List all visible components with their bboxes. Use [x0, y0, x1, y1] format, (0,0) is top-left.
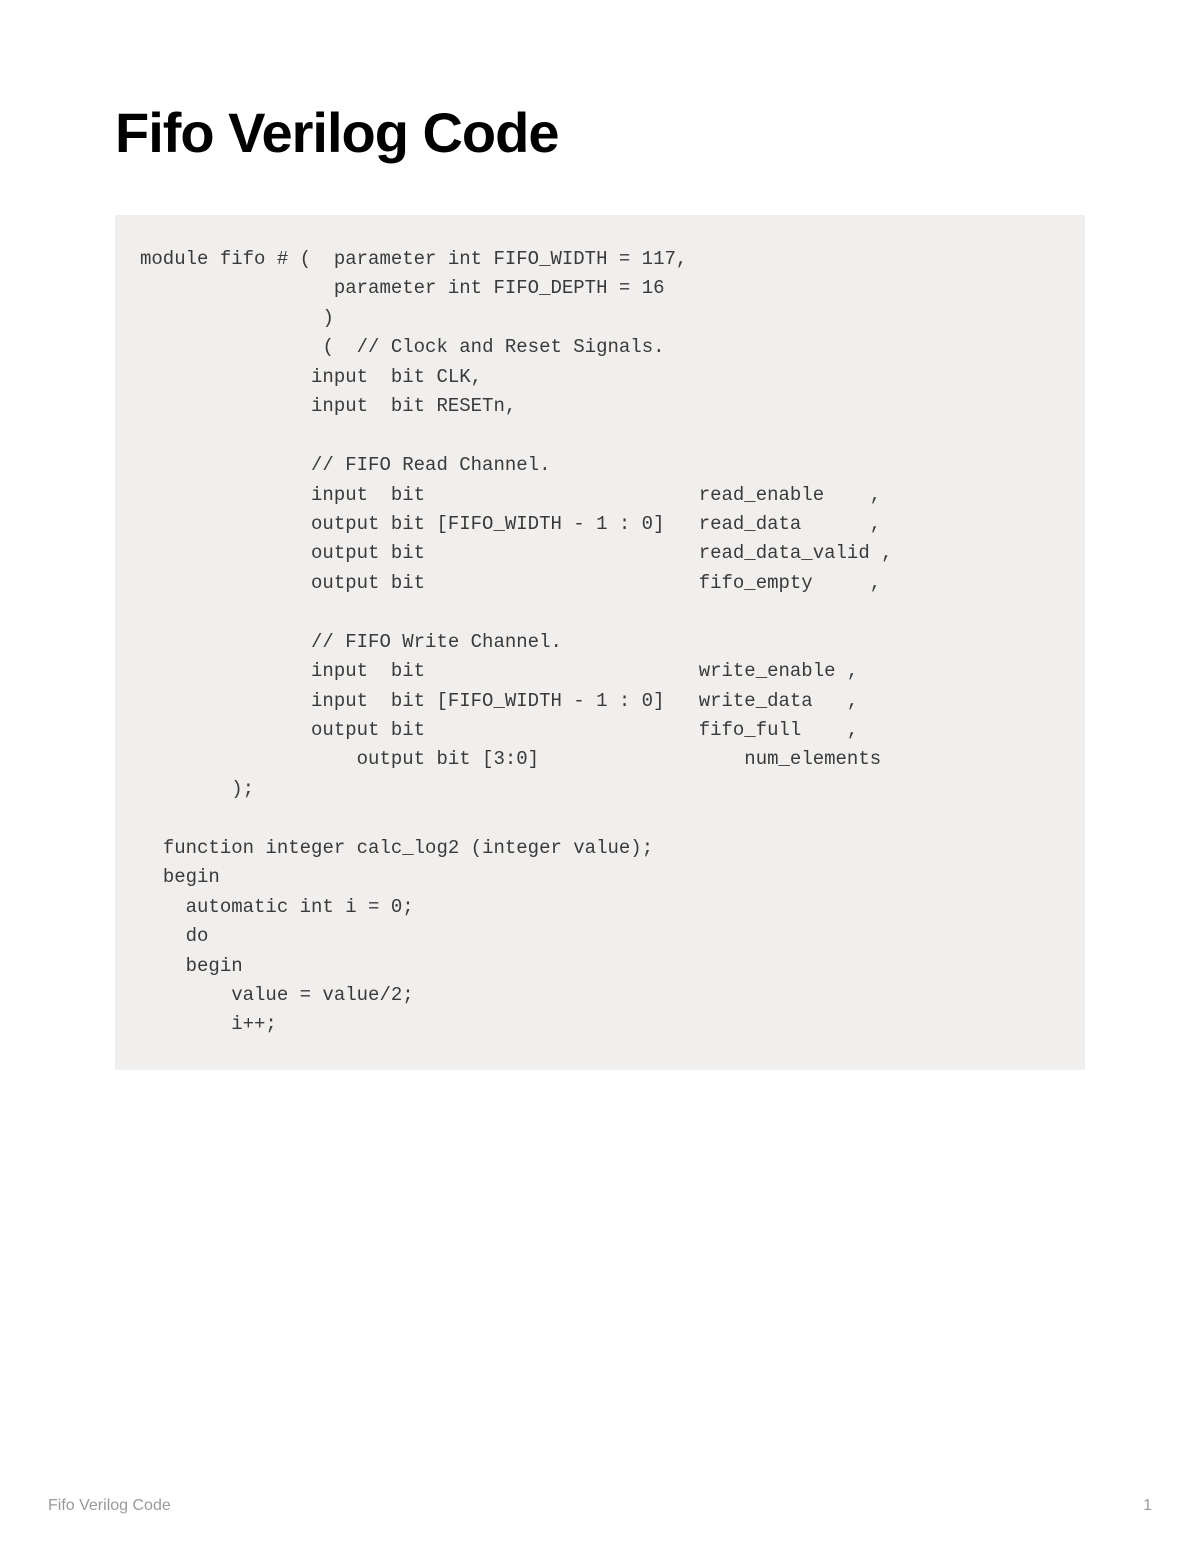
code-block: module fifo # ( parameter int FIFO_WIDTH… [115, 215, 1085, 1070]
footer-page-number: 1 [1143, 1497, 1152, 1515]
page-title: Fifo Verilog Code [115, 100, 1085, 165]
footer-title: Fifo Verilog Code [48, 1497, 171, 1515]
page-footer: Fifo Verilog Code 1 [48, 1497, 1152, 1515]
